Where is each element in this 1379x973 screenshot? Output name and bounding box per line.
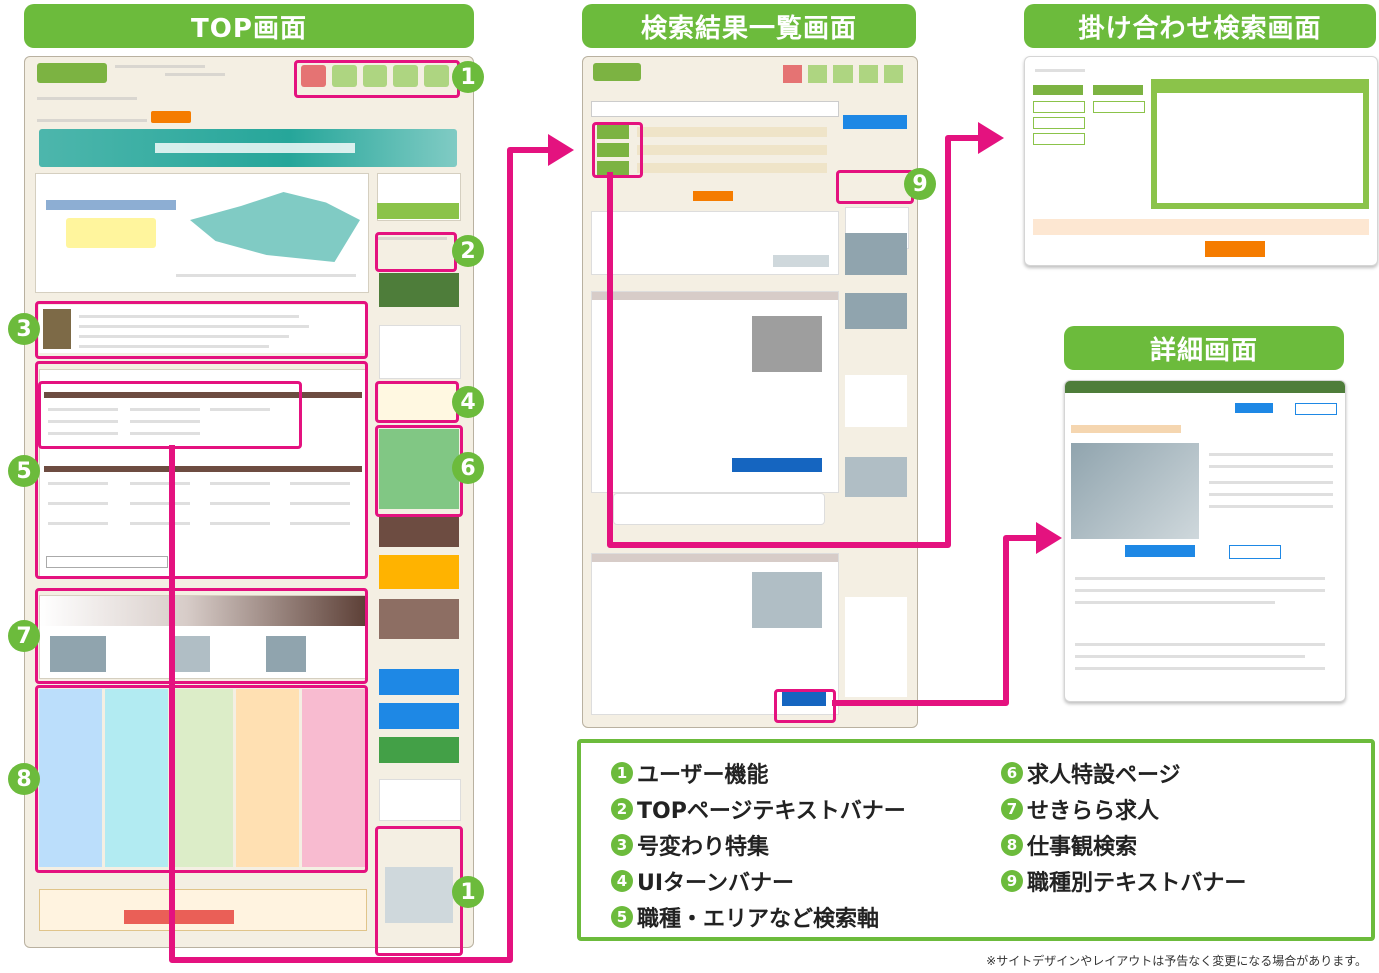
arrowhead-search-to-combo: [978, 122, 1004, 154]
arrow-search-to-detail: [832, 535, 1040, 706]
legend-item: 3 号変わり特集: [611, 829, 769, 861]
arrow-search-to-combo: [607, 135, 982, 548]
legend-item: 2 TOPページテキストバナー: [611, 793, 906, 825]
arrowhead-top-to-search: [548, 134, 574, 166]
legend-box: 1 ユーザー機能 2 TOPページテキストバナー 3 号変わり特集 4 UIターンバナー…: [577, 739, 1375, 941]
legend-item: 4 UIターンバナー: [611, 865, 794, 897]
arrow-top-to-search: [169, 147, 552, 963]
legend-item: 9 職種別テキストバナー: [1001, 865, 1246, 897]
legend-item: 8 仕事観検索: [1001, 829, 1137, 861]
arrowhead-search-to-detail: [1036, 522, 1062, 554]
legend-item: 7 せきらら求人: [1001, 793, 1159, 825]
legend-item: 6 求人特設ページ: [1001, 757, 1181, 789]
legend-item: 1 ユーザー機能: [611, 757, 769, 789]
footnote: ※サイトデザインやレイアウトは予告なく変更になる場合があります。: [986, 954, 1367, 968]
legend-item: 5 職種・エリアなど検索軸: [611, 901, 879, 933]
